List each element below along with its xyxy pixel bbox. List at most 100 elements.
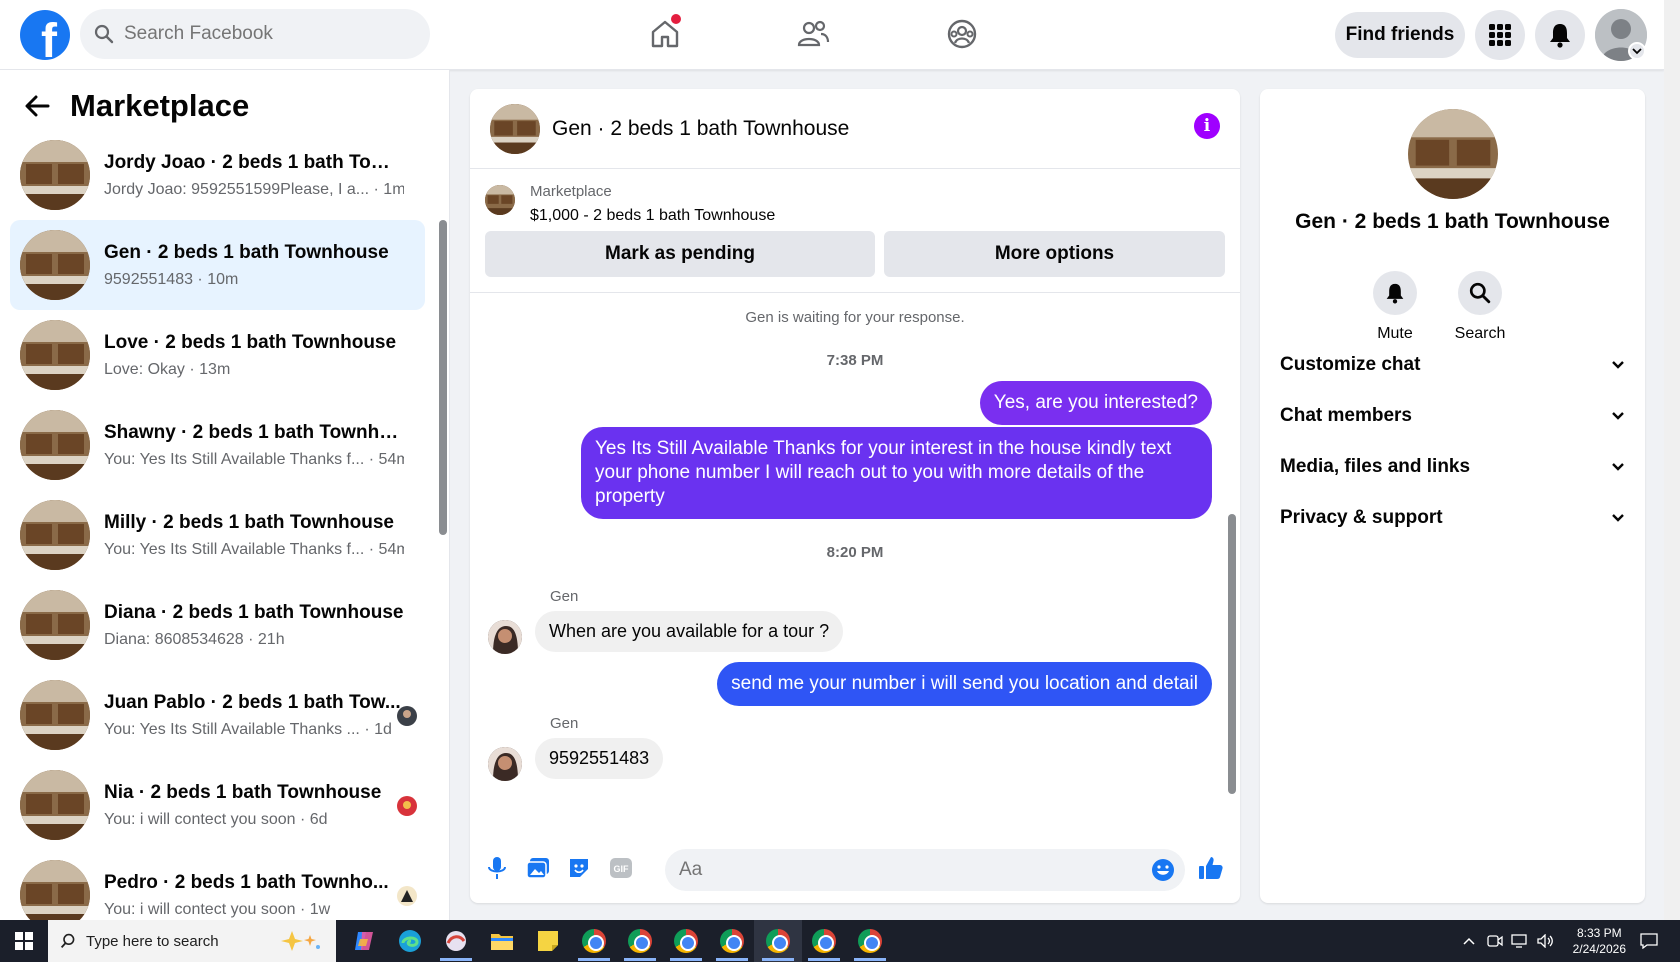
chrome-window[interactable]	[570, 920, 618, 962]
search-conversation-button[interactable]	[1458, 271, 1502, 315]
conversation-item[interactable]: Diana · 2 beds 1 bath Townhouse Diana: 8…	[10, 580, 425, 670]
system-clock[interactable]: 8:33 PM 2/24/2026	[1573, 925, 1626, 957]
conversation-item-active[interactable]: Gen · 2 beds 1 bath Townhouse 9592551483…	[10, 220, 425, 310]
conversation-item[interactable]: Nia · 2 beds 1 bath Townhouse You: i wil…	[10, 760, 425, 850]
search-facebook-box[interactable]	[80, 9, 430, 59]
search-label: Search	[1454, 325, 1506, 342]
network-icon[interactable]	[1510, 934, 1529, 948]
conversation-preview: Diana: 8608534628 · 21h	[104, 630, 285, 648]
notification-dot	[671, 14, 681, 24]
chat-scroll-thumb[interactable]	[1228, 514, 1236, 794]
conversation-item[interactable]: Milly · 2 beds 1 bath Townhouse You: Yes…	[10, 490, 425, 580]
chrome-window[interactable]	[708, 920, 756, 962]
chrome-window[interactable]	[846, 920, 894, 962]
voice-clip-button[interactable]	[484, 855, 510, 881]
message-input-box[interactable]	[665, 849, 1185, 891]
incoming-message[interactable]: When are you available for a tour ?	[535, 611, 844, 652]
chrome-window[interactable]	[662, 920, 710, 962]
sidebar-scrollbar[interactable]	[439, 150, 447, 910]
friends-tab[interactable]	[793, 14, 833, 54]
account-menu-chevron[interactable]	[1628, 42, 1646, 60]
mark-as-pending-button[interactable]: Mark as pending	[485, 231, 875, 277]
conversation-item[interactable]: Love · 2 beds 1 bath Townhouse Love: Oka…	[10, 310, 425, 400]
chevron-down-icon	[1632, 48, 1642, 55]
chrome-window[interactable]	[800, 920, 848, 962]
groups-tab[interactable]	[942, 14, 982, 54]
edge-browser-icon	[399, 930, 421, 952]
chrome-icon	[582, 929, 606, 953]
start-button[interactable]	[0, 920, 48, 962]
edge-app[interactable]	[386, 920, 434, 962]
mute-action[interactable]: Mute	[1355, 271, 1435, 343]
chevron-up-icon[interactable]	[1463, 937, 1475, 945]
copilot-app[interactable]	[340, 920, 388, 962]
bell-icon	[1550, 24, 1570, 48]
conversation-item[interactable]: Jordy Joao · 2 beds 1 bath Townh... Jord…	[10, 130, 425, 220]
taskbar-search-placeholder: Type here to search	[86, 932, 219, 950]
volume-icon[interactable]	[1536, 934, 1555, 948]
conversation-item[interactable]: Juan Pablo · 2 beds 1 bath Tow... You: Y…	[10, 670, 425, 760]
pinned-app[interactable]	[432, 920, 480, 962]
sticky-notes-app[interactable]	[524, 920, 572, 962]
chrome-icon	[766, 929, 790, 953]
back-arrow-icon[interactable]	[24, 95, 50, 117]
system-tray: 8:33 PM 2/24/2026	[1463, 920, 1680, 962]
emoji-icon[interactable]	[1151, 858, 1175, 882]
mute-button[interactable]	[1373, 271, 1417, 315]
page-scrollbar[interactable]	[1664, 0, 1680, 920]
chrome-icon	[812, 929, 836, 953]
info-icon[interactable]: i	[1194, 113, 1220, 139]
sidebar-header: Marketplace	[24, 88, 249, 124]
chat-members-section[interactable]: Chat members	[1280, 396, 1625, 436]
listing-thumbnail[interactable]	[485, 185, 515, 215]
message-composer: GIF	[470, 835, 1240, 903]
home-tab[interactable]	[645, 14, 685, 54]
conversation-thumbnail[interactable]	[490, 103, 540, 154]
listing-thumbnail	[20, 230, 90, 300]
chevron-down-icon	[1612, 361, 1624, 369]
chrome-window[interactable]	[616, 920, 664, 962]
taskbar-search[interactable]: Type here to search	[48, 920, 336, 962]
media-files-links-section[interactable]: Media, files and links	[1280, 447, 1625, 487]
listing-thumbnail	[20, 500, 90, 570]
conversation-title[interactable]: Gen · 2 beds 1 bath Townhouse	[552, 117, 849, 141]
seen-avatar	[397, 706, 417, 726]
friends-icon	[797, 20, 830, 47]
listing-price[interactable]: $1,000 - 2 beds 1 bath Townhouse	[530, 207, 775, 225]
privacy-support-section[interactable]: Privacy & support	[1280, 498, 1625, 538]
meet-now-icon[interactable]	[1486, 934, 1503, 948]
message-input[interactable]	[679, 859, 1099, 881]
waiting-notice: Gen is waiting for your response.	[745, 309, 965, 326]
sidebar-scroll-thumb[interactable]	[439, 220, 447, 535]
conversation-item[interactable]: Shawny · 2 beds 1 bath Townhouse You: Ye…	[10, 400, 425, 490]
outgoing-message[interactable]: Yes Its Still Available Thanks for your …	[581, 427, 1212, 519]
chat-scrollbar[interactable]	[1228, 299, 1236, 879]
search-action[interactable]: Search	[1440, 271, 1520, 343]
find-friends-button[interactable]: Find friends	[1335, 12, 1465, 58]
outgoing-message[interactable]: send me your number i will send you loca…	[717, 662, 1212, 706]
menu-button[interactable]	[1475, 10, 1525, 60]
sender-avatar[interactable]	[488, 620, 522, 654]
chrome-window-active[interactable]	[754, 920, 802, 962]
gif-button[interactable]: GIF	[608, 855, 634, 881]
more-options-button[interactable]: More options	[884, 231, 1225, 277]
listing-avatar-large[interactable]	[1408, 109, 1498, 199]
file-explorer-app[interactable]	[478, 920, 526, 962]
incoming-message[interactable]: 9592551483	[535, 738, 664, 779]
facebook-logo[interactable]: f	[20, 10, 70, 60]
notifications-button[interactable]	[1535, 10, 1585, 60]
notifications-center-icon[interactable]	[1640, 933, 1658, 949]
listing-thumbnail	[20, 410, 90, 480]
attach-photo-button[interactable]	[525, 855, 551, 881]
conversation-preview: You: Yes Its Still Available Thanks f...…	[104, 540, 404, 558]
search-input[interactable]	[124, 23, 404, 45]
conversation-name: Love · 2 beds 1 bath Townhouse	[104, 331, 397, 353]
bell-icon	[1386, 283, 1404, 304]
outgoing-message[interactable]: Yes, are you interested?	[979, 381, 1212, 425]
sticker-button[interactable]	[566, 855, 592, 881]
microphone-icon	[488, 857, 506, 879]
customize-chat-section[interactable]: Customize chat	[1280, 345, 1625, 385]
like-button[interactable]	[1198, 855, 1224, 881]
listing-thumbnail	[20, 680, 90, 750]
sender-avatar[interactable]	[488, 747, 522, 781]
